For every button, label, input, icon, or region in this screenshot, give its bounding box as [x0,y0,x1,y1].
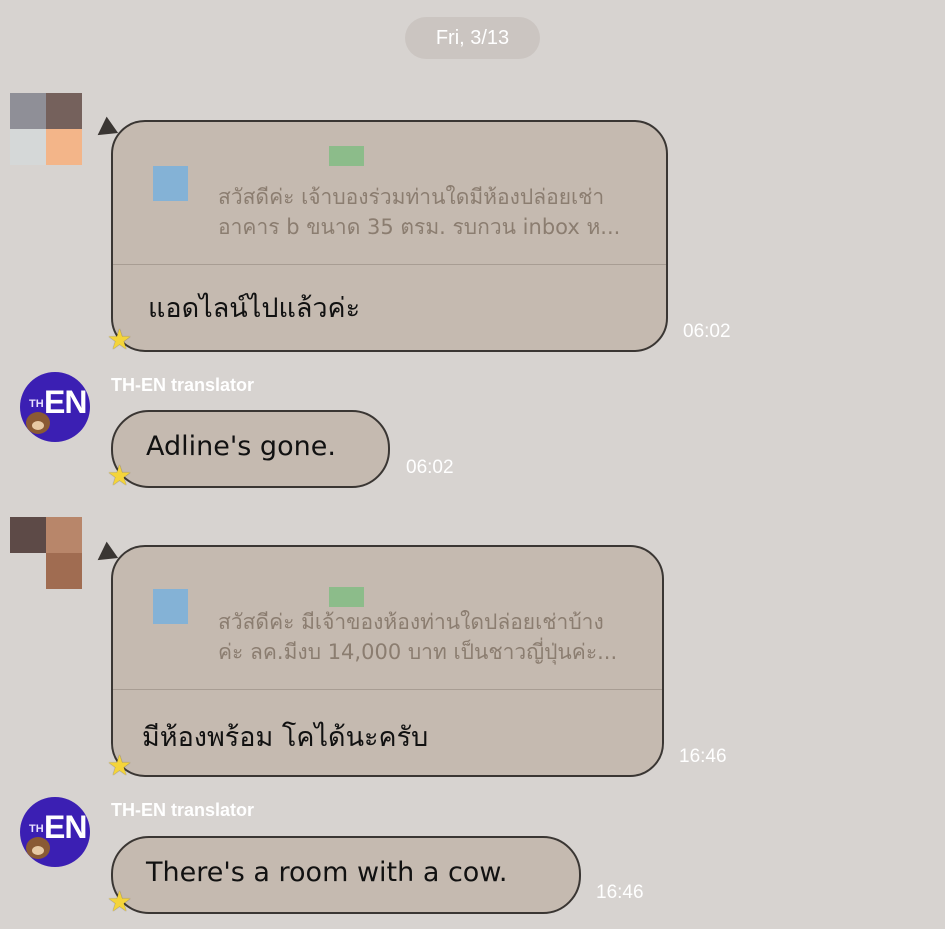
message-time: 16:46 [679,746,727,767]
quote-divider [113,689,662,690]
quoted-thumbnail [153,589,188,624]
avatar-label-en: EN [44,809,87,845]
star-icon: ★ [107,749,133,782]
star-icon: ★ [107,323,133,356]
sender-name: TH-EN translator [111,800,255,820]
bear-icon [26,837,50,859]
sender-name: TH-EN translator [111,375,255,395]
message-text: แอดไลน์ไปแล้วค่ะ [148,293,361,324]
message-text: มีห้องพร้อม โคได้นะครับ [142,722,429,753]
bot-avatar[interactable]: TH EN [20,372,90,442]
quoted-text-line: สวัสดีค่ะ มีเจ้าของห้องท่านใดปล่อยเช่าบ้… [218,610,604,634]
message-bubble[interactable]: Adline's gone. [111,410,390,488]
avatar-label-th: TH [29,823,44,835]
star-icon: ★ [107,459,133,492]
date-separator: Fri, 3/13 [405,17,540,59]
star-icon: ★ [107,885,133,918]
bear-icon [26,412,50,434]
quoted-text-line: สวัสดีค่ะ เจ้าบองร่วมท่านใดมีห้องปล่อยเช… [218,185,605,209]
quoted-text-line: ค่ะ ลค.มีงบ 14,000 บาท เป็นชาวญี่ปุ่นค่ะ… [218,640,618,664]
bot-avatar[interactable]: TH EN [20,797,90,867]
message-text: Adline's gone. [146,431,336,462]
message-bubble[interactable]: There's a room with a cow. [111,836,581,914]
message-text: There's a room with a cow. [146,857,508,888]
avatar-label-en: EN [44,384,87,420]
quote-divider [113,264,666,265]
message-bubble[interactable]: สวัสดีค่ะ มีเจ้าของห้องท่านใดปล่อยเช่าบ้… [111,545,664,777]
quoted-thumbnail [153,166,188,201]
avatar[interactable] [10,93,82,165]
message-time: 06:02 [683,321,731,342]
quoted-sender-pixel [329,146,364,166]
quoted-text-line: อาคาร b ขนาด 35 ตรม. รบกวน inbox ห... [218,215,621,239]
avatar-label-th: TH [29,398,44,410]
avatar[interactable] [10,517,82,589]
message-time: 06:02 [406,457,454,478]
quoted-sender-pixel [329,587,364,607]
message-bubble[interactable]: สวัสดีค่ะ เจ้าบองร่วมท่านใดมีห้องปล่อยเช… [111,120,668,352]
message-time: 16:46 [596,882,644,903]
